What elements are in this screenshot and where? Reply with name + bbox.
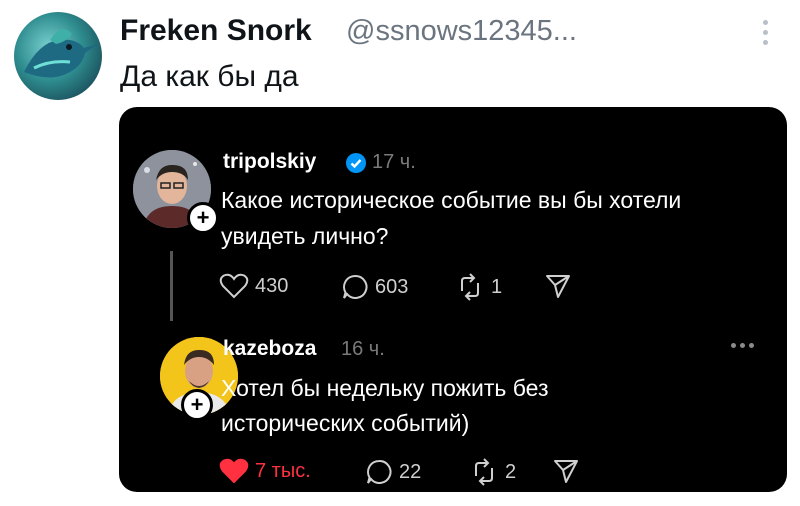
heart-filled-icon xyxy=(219,458,249,484)
thread-line xyxy=(170,251,173,321)
send-icon xyxy=(554,460,578,483)
post1-repost-count: 1 xyxy=(491,275,503,298)
post2-username[interactable]: kazeboza xyxy=(223,337,316,361)
post1-comment-button[interactable]: 603 xyxy=(341,273,408,301)
post2-text-line2: исторических событий) xyxy=(221,410,470,436)
embedded-image[interactable]: + tripolskiy 17 ч. Какое историческое со… xyxy=(119,107,787,492)
post1-username[interactable]: tripolskiy xyxy=(223,150,316,174)
post2-comment-button[interactable]: 22 xyxy=(365,458,421,486)
more-options-icon[interactable] xyxy=(760,20,770,50)
comment-icon xyxy=(367,459,392,484)
heart-icon xyxy=(219,273,249,299)
post2-share-button[interactable] xyxy=(553,458,579,484)
verified-badge-icon xyxy=(346,153,366,173)
post2-like-button[interactable]: 7 тыс. xyxy=(219,458,311,484)
author-name[interactable]: Freken Snork xyxy=(120,14,312,48)
post1-share-button[interactable] xyxy=(545,273,571,299)
post1-text-line1: Какое историческое событие вы бы хотели xyxy=(221,187,682,213)
author-handle[interactable]: @ssnows12345... xyxy=(346,15,577,48)
post1-like-count: 430 xyxy=(255,274,289,297)
tweet-text: Да как бы да xyxy=(120,60,299,93)
post2-comment-count: 22 xyxy=(399,460,422,483)
post2-like-count: 7 тыс. xyxy=(255,459,311,482)
post1-time: 17 ч. xyxy=(372,151,416,173)
post2-repost-count: 2 xyxy=(505,460,517,483)
post2-more-icon[interactable] xyxy=(731,343,754,348)
post1-comment-count: 603 xyxy=(375,275,409,298)
send-icon xyxy=(546,275,570,298)
repost-icon xyxy=(475,458,493,486)
post2-time: 16 ч. xyxy=(341,338,385,360)
post1-text-line2: увидеть лично? xyxy=(221,223,389,249)
follow-plus-icon[interactable]: + xyxy=(187,202,219,234)
post1-like-button[interactable]: 430 xyxy=(219,273,288,299)
comment-icon xyxy=(343,274,368,299)
post2-repost-button[interactable]: 2 xyxy=(469,458,516,486)
follow-plus-icon[interactable]: + xyxy=(181,389,213,421)
post1-repost-button[interactable]: 1 xyxy=(455,273,502,301)
author-avatar[interactable] xyxy=(14,12,102,100)
repost-icon xyxy=(461,273,479,301)
post2-text-line1: Хотел бы недельку пожить без xyxy=(221,375,549,401)
hummingbird-icon xyxy=(24,29,100,78)
